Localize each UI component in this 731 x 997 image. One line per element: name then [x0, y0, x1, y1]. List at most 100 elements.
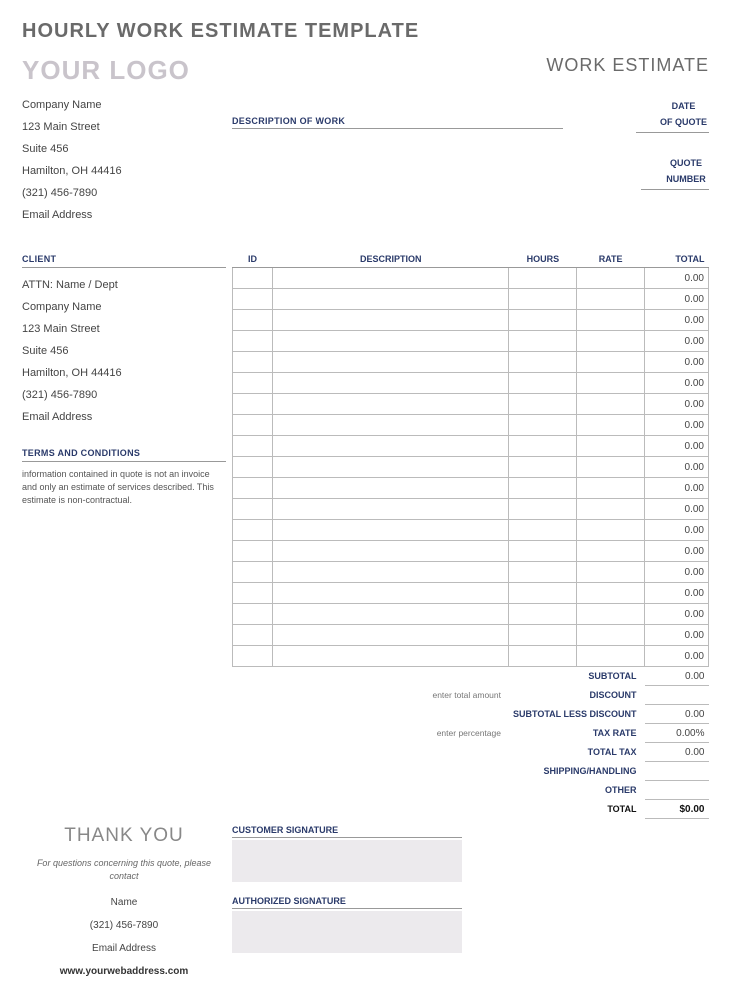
cell-rate[interactable]: [577, 436, 645, 457]
cell-rate[interactable]: [577, 457, 645, 478]
cell-id[interactable]: [233, 310, 273, 331]
cell-description[interactable]: [273, 289, 509, 310]
cell-total: 0.00: [645, 604, 709, 625]
cell-hours[interactable]: [509, 352, 577, 373]
cell-rate[interactable]: [577, 310, 645, 331]
cell-description[interactable]: [273, 352, 509, 373]
cell-description[interactable]: [273, 415, 509, 436]
cell-id[interactable]: [233, 415, 273, 436]
cell-hours[interactable]: [509, 415, 577, 436]
cell-rate[interactable]: [577, 394, 645, 415]
cell-id[interactable]: [233, 373, 273, 394]
cell-hours[interactable]: [509, 436, 577, 457]
cell-description[interactable]: [273, 373, 509, 394]
cell-hours[interactable]: [509, 457, 577, 478]
cell-description[interactable]: [273, 310, 509, 331]
table-row: 0.00: [233, 415, 709, 436]
cell-rate[interactable]: [577, 562, 645, 583]
cell-rate[interactable]: [577, 268, 645, 289]
cell-hours[interactable]: [509, 331, 577, 352]
cell-hours[interactable]: [509, 625, 577, 646]
totals-value[interactable]: 0.00%: [645, 724, 709, 743]
cell-rate[interactable]: [577, 331, 645, 352]
cell-description[interactable]: [273, 625, 509, 646]
contact-email: Email Address: [22, 943, 226, 954]
cell-id[interactable]: [233, 520, 273, 541]
cell-description[interactable]: [273, 646, 509, 667]
table-row: 0.00: [233, 373, 709, 394]
cell-rate[interactable]: [577, 352, 645, 373]
cell-description[interactable]: [273, 478, 509, 499]
cell-id[interactable]: [233, 436, 273, 457]
cell-description[interactable]: [273, 520, 509, 541]
cell-hours[interactable]: [509, 268, 577, 289]
customer-signature-box[interactable]: [232, 840, 462, 882]
cell-hours[interactable]: [509, 520, 577, 541]
totals-hint: [273, 743, 509, 762]
cell-id[interactable]: [233, 604, 273, 625]
cell-id[interactable]: [233, 583, 273, 604]
cell-hours[interactable]: [509, 583, 577, 604]
cell-rate[interactable]: [577, 541, 645, 562]
customer-signature-label: CUSTOMER SIGNATURE: [232, 825, 462, 838]
cell-rate[interactable]: [577, 478, 645, 499]
totals-row: SHIPPING/HANDLING: [233, 762, 709, 781]
cell-rate[interactable]: [577, 499, 645, 520]
cell-id[interactable]: [233, 289, 273, 310]
cell-hours[interactable]: [509, 499, 577, 520]
cell-description[interactable]: [273, 583, 509, 604]
cell-rate[interactable]: [577, 625, 645, 646]
cell-id[interactable]: [233, 268, 273, 289]
cell-rate[interactable]: [577, 289, 645, 310]
cell-total: 0.00: [645, 583, 709, 604]
authorized-signature-box[interactable]: [232, 911, 462, 953]
cell-rate[interactable]: [577, 583, 645, 604]
cell-total: 0.00: [645, 373, 709, 394]
table-row: 0.00: [233, 331, 709, 352]
cell-description[interactable]: [273, 457, 509, 478]
cell-total: 0.00: [645, 331, 709, 352]
cell-description[interactable]: [273, 541, 509, 562]
totals-value[interactable]: [645, 686, 709, 705]
cell-rate[interactable]: [577, 604, 645, 625]
cell-id[interactable]: [233, 562, 273, 583]
cell-rate[interactable]: [577, 520, 645, 541]
cell-id[interactable]: [233, 646, 273, 667]
totals-hint: [273, 781, 509, 800]
cell-hours[interactable]: [509, 373, 577, 394]
cell-hours[interactable]: [509, 478, 577, 499]
cell-id[interactable]: [233, 331, 273, 352]
cell-rate[interactable]: [577, 646, 645, 667]
cell-hours[interactable]: [509, 604, 577, 625]
cell-hours[interactable]: [509, 310, 577, 331]
table-row: 0.00: [233, 478, 709, 499]
cell-hours[interactable]: [509, 394, 577, 415]
cell-description[interactable]: [273, 436, 509, 457]
date-label-2: OF QUOTE: [660, 114, 707, 130]
cell-id[interactable]: [233, 625, 273, 646]
cell-rate[interactable]: [577, 415, 645, 436]
cell-description[interactable]: [273, 331, 509, 352]
cell-description[interactable]: [273, 394, 509, 415]
table-row: 0.00: [233, 625, 709, 646]
company-email: Email Address: [22, 204, 226, 226]
cell-id[interactable]: [233, 499, 273, 520]
cell-id[interactable]: [233, 478, 273, 499]
cell-hours[interactable]: [509, 541, 577, 562]
cell-description[interactable]: [273, 499, 509, 520]
terms-heading: TERMS AND CONDITIONS: [22, 448, 226, 462]
cell-description[interactable]: [273, 268, 509, 289]
cell-id[interactable]: [233, 394, 273, 415]
client-suite: Suite 456: [22, 340, 226, 362]
cell-hours[interactable]: [509, 562, 577, 583]
cell-id[interactable]: [233, 352, 273, 373]
company-block: Company Name 123 Main Street Suite 456 H…: [22, 94, 226, 226]
cell-id[interactable]: [233, 457, 273, 478]
cell-description[interactable]: [273, 562, 509, 583]
cell-rate[interactable]: [577, 373, 645, 394]
client-attn: ATTN: Name / Dept: [22, 274, 226, 296]
cell-description[interactable]: [273, 604, 509, 625]
cell-id[interactable]: [233, 541, 273, 562]
cell-hours[interactable]: [509, 646, 577, 667]
cell-hours[interactable]: [509, 289, 577, 310]
